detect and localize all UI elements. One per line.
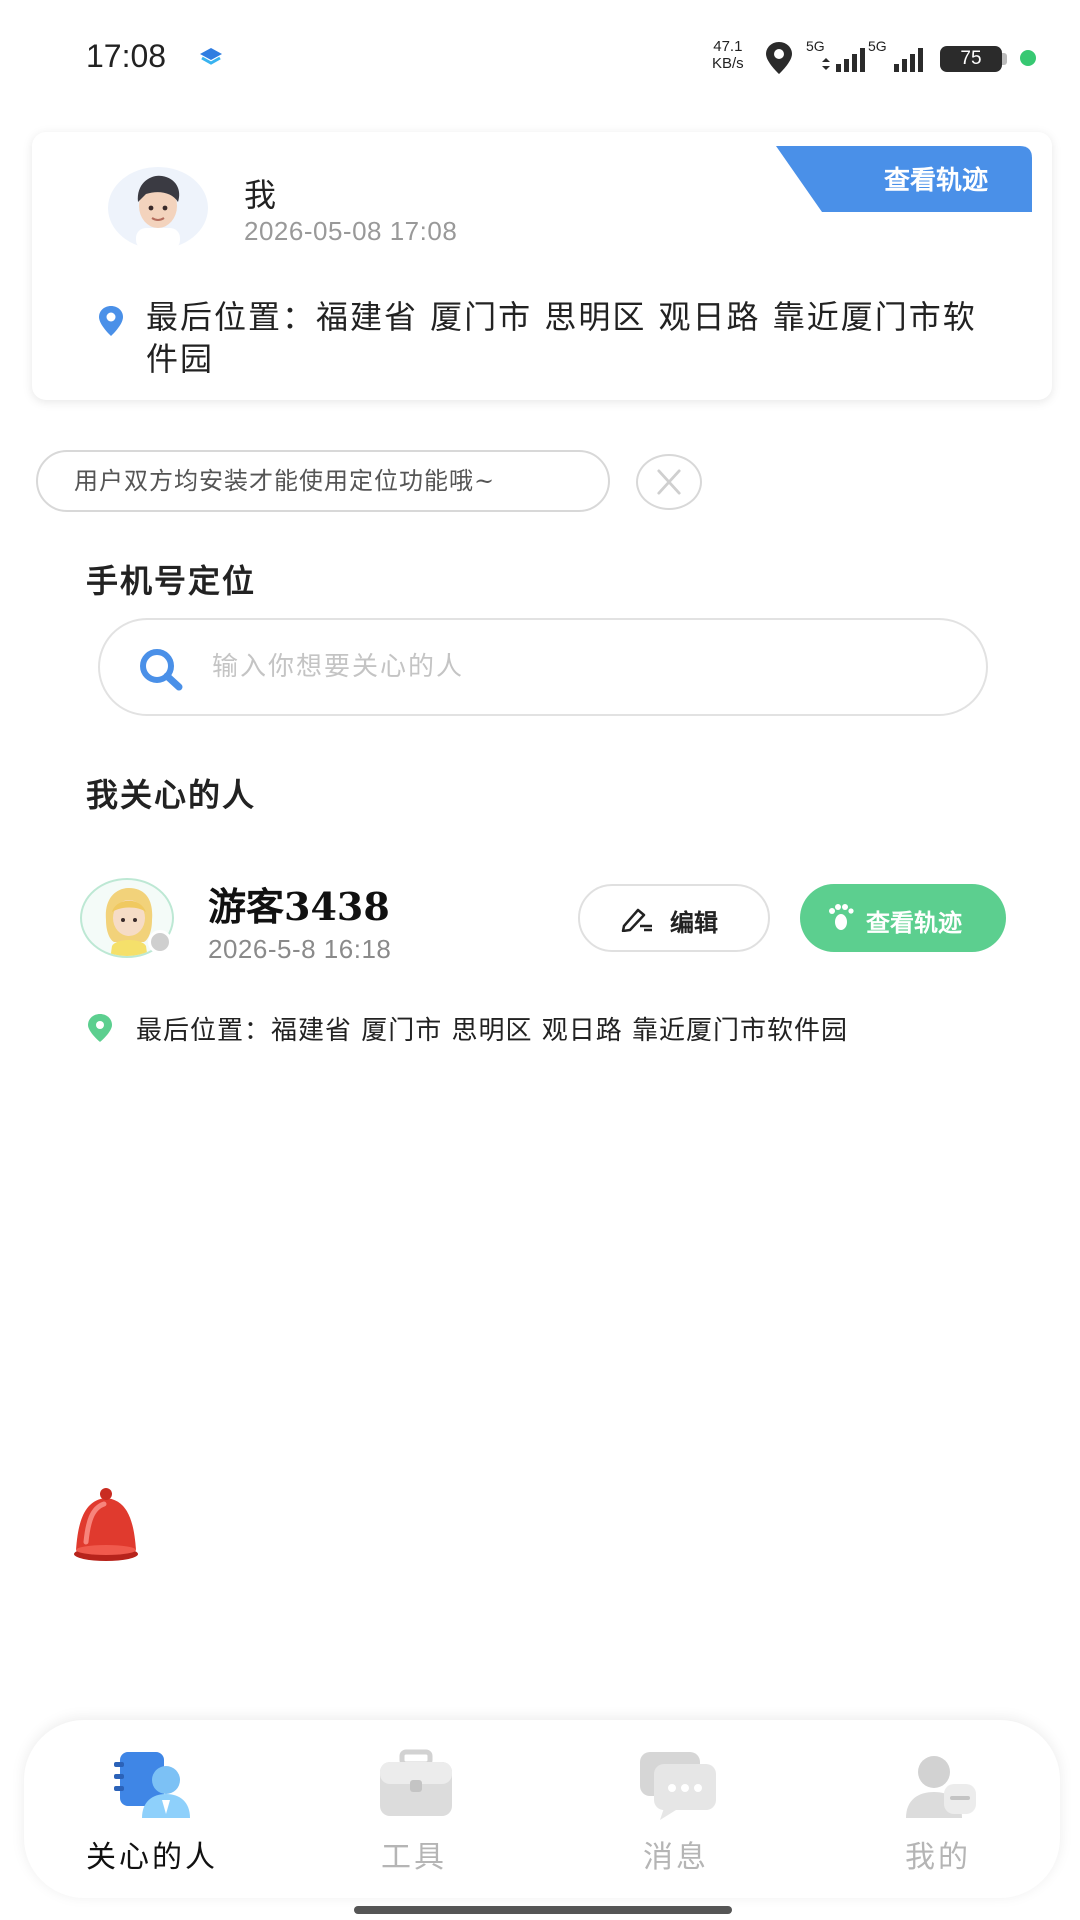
signal-bars-icon	[894, 48, 923, 72]
tab-care-people[interactable]: 关心的人	[52, 1748, 252, 1878]
signal-sim2-icon: 5G	[868, 38, 928, 74]
my-last-location: 最后位置：福建省 厦门市 思明区 观日路 靠近厦门市软件园	[146, 298, 977, 378]
tab-tools[interactable]: 工具	[314, 1748, 514, 1878]
contact-name: 游客3438	[208, 884, 390, 929]
phone-locate-title: 手机号定位	[86, 562, 257, 600]
user-icon	[906, 1756, 976, 1818]
contact-update-time: 2026-5-8 16:18	[208, 934, 392, 964]
privacy-dot	[1020, 50, 1036, 66]
app-notification-icon	[200, 48, 222, 65]
tab-label: 关心的人	[86, 1840, 218, 1875]
my-name: 我	[244, 176, 277, 214]
location-pin-icon	[99, 306, 123, 336]
tab-mine[interactable]: 我的	[838, 1748, 1038, 1878]
online-status-dot	[148, 930, 172, 954]
toolbox-icon	[380, 1749, 452, 1816]
my-update-time: 2026-05-08 17:08	[244, 216, 458, 246]
people-care-icon	[114, 1752, 190, 1818]
signal-sim1-icon: 5G	[806, 38, 866, 74]
bell-icon[interactable]	[62, 1482, 148, 1562]
network-speed: 47.1 KB/s	[712, 38, 744, 72]
message-icon	[640, 1752, 716, 1820]
battery-indicator: 75	[940, 46, 1002, 72]
care-list-title: 我关心的人	[86, 776, 257, 814]
search-icon	[140, 649, 183, 691]
status-time: 17:08	[86, 38, 167, 74]
location-status-icon	[766, 42, 792, 74]
footprint-icon	[829, 904, 854, 930]
network-speed-value: 47.1	[713, 38, 743, 55]
close-icon[interactable]	[636, 454, 702, 510]
view-track-label[interactable]: 查看轨迹	[866, 903, 962, 938]
status-bar: 17:08 47.1 KB/s 5G 5G 75	[0, 0, 1080, 110]
tab-messages[interactable]: 消息	[576, 1748, 776, 1878]
install-notice: 用户双方均安装才能使用定位功能哦~	[36, 450, 610, 512]
battery-tip	[1002, 53, 1007, 65]
my-avatar[interactable]	[106, 166, 210, 250]
edit-label[interactable]: 编辑	[670, 903, 718, 938]
home-indicator[interactable]	[354, 1906, 732, 1914]
view-track-label[interactable]: 查看轨迹	[846, 160, 1026, 197]
edit-icon	[621, 908, 652, 932]
signal-bars-icon	[822, 48, 865, 72]
network-speed-unit: KB/s	[712, 55, 744, 72]
tab-label: 消息	[643, 1840, 709, 1875]
location-pin-icon	[88, 1014, 112, 1042]
contact-last-location: 最后位置：福建省 厦门市 思明区 观日路 靠近厦门市软件园	[136, 1016, 849, 1046]
tab-label: 我的	[905, 1840, 971, 1875]
tab-label: 工具	[381, 1840, 447, 1875]
search-input[interactable]	[212, 640, 952, 694]
